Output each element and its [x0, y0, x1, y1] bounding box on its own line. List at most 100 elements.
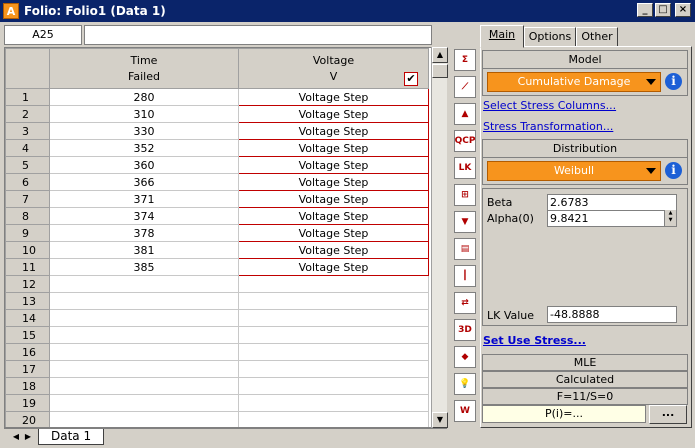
table-row[interactable]: 12	[5, 275, 429, 293]
cell-voltage[interactable]: Voltage Step	[238, 88, 429, 106]
cell-time-failed[interactable]	[49, 360, 239, 378]
cell-voltage[interactable]	[238, 309, 429, 327]
cell-time-failed[interactable]: 352	[49, 139, 239, 157]
filter-icon[interactable]: ▼	[454, 211, 476, 233]
row-number[interactable]: 7	[5, 190, 50, 208]
table-row[interactable]: 16	[5, 343, 429, 361]
table-row[interactable]: 7 371 Voltage Step	[5, 190, 429, 208]
column-header-time-failed[interactable]: Time Failed	[49, 48, 239, 89]
table-row[interactable]: 1 280 Voltage Step	[5, 88, 429, 106]
row-number[interactable]: 3	[5, 122, 50, 140]
cell-voltage[interactable]: Voltage Step	[238, 122, 429, 140]
cell-voltage[interactable]	[238, 394, 429, 412]
table-row[interactable]: 20	[5, 411, 429, 427]
voltage-column-checkbox[interactable]: ✔	[404, 72, 418, 86]
select-stress-columns-link[interactable]: Select Stress Columns...	[483, 99, 616, 112]
row-number[interactable]: 17	[5, 360, 50, 378]
param-spinner[interactable]: ▲ ▼	[664, 210, 676, 226]
table-row[interactable]: 3 330 Voltage Step	[5, 122, 429, 140]
model-info-icon[interactable]: i	[665, 73, 682, 90]
cell-time-failed[interactable]: 330	[49, 122, 239, 140]
cell-time-failed[interactable]	[49, 275, 239, 293]
grid-corner[interactable]	[5, 48, 50, 89]
cell-voltage[interactable]	[238, 377, 429, 395]
set-use-stress-link[interactable]: Set Use Stress...	[483, 334, 586, 347]
table-row[interactable]: 10 381 Voltage Step	[5, 241, 429, 259]
cell-voltage[interactable]: Voltage Step	[238, 207, 429, 225]
table-row[interactable]: 4 352 Voltage Step	[5, 139, 429, 157]
row-number[interactable]: 10	[5, 241, 50, 259]
table-row[interactable]: 6 366 Voltage Step	[5, 173, 429, 191]
stress-icon[interactable]: ┃	[454, 265, 476, 287]
close-button[interactable]: ×	[675, 3, 691, 17]
calculate-icon[interactable]: Σ	[454, 49, 476, 71]
row-number[interactable]: 1	[5, 88, 50, 106]
row-number[interactable]: 2	[5, 105, 50, 123]
cell-time-failed[interactable]: 374	[49, 207, 239, 225]
minimize-button[interactable]: _	[637, 3, 653, 17]
row-number[interactable]: 14	[5, 309, 50, 327]
table-row[interactable]: 9 378 Voltage Step	[5, 224, 429, 242]
batch-icon[interactable]: ▤	[454, 238, 476, 260]
row-number[interactable]: 16	[5, 343, 50, 361]
scroll-thumb[interactable]	[432, 64, 448, 78]
cell-time-failed[interactable]: 366	[49, 173, 239, 191]
cell-voltage[interactable]	[238, 292, 429, 310]
cell-voltage[interactable]	[238, 411, 429, 427]
tab-next-icon[interactable]: ▶	[22, 430, 34, 444]
cell-voltage[interactable]: Voltage Step	[238, 224, 429, 242]
maximize-button[interactable]: □	[655, 3, 671, 17]
cell-voltage[interactable]: Voltage Step	[238, 190, 429, 208]
mountain-plot-icon[interactable]: ▲	[454, 103, 476, 125]
cell-time-failed[interactable]	[49, 309, 239, 327]
row-number[interactable]: 6	[5, 173, 50, 191]
row-number[interactable]: 19	[5, 394, 50, 412]
word-icon[interactable]: W	[454, 400, 476, 422]
cell-voltage[interactable]: Voltage Step	[238, 258, 429, 276]
table-row[interactable]: 14	[5, 309, 429, 327]
vertical-scrollbar[interactable]: ▲ ▼	[431, 47, 448, 428]
cell-time-failed[interactable]	[49, 394, 239, 412]
distribution-dropdown[interactable]: Weibull	[487, 161, 661, 181]
table-row[interactable]: 2 310 Voltage Step	[5, 105, 429, 123]
cell-voltage[interactable]	[238, 326, 429, 344]
cell-voltage[interactable]: Voltage Step	[238, 156, 429, 174]
table-row[interactable]: 11 385 Voltage Step	[5, 258, 429, 276]
row-number[interactable]: 9	[5, 224, 50, 242]
cell-time-failed[interactable]: 381	[49, 241, 239, 259]
row-number[interactable]: 13	[5, 292, 50, 310]
formula-input[interactable]	[84, 25, 432, 45]
row-number[interactable]: 5	[5, 156, 50, 174]
cell-voltage[interactable]	[238, 275, 429, 293]
cell-reference-box[interactable]: A25	[4, 25, 82, 45]
table-row[interactable]: 8 374 Voltage Step	[5, 207, 429, 225]
row-number[interactable]: 11	[5, 258, 50, 276]
tab-options[interactable]: Options	[524, 27, 576, 47]
3d-plot-icon[interactable]: 3D	[454, 319, 476, 341]
idea-icon[interactable]: 💡	[454, 373, 476, 395]
row-number[interactable]: 20	[5, 411, 50, 427]
row-number[interactable]: 4	[5, 139, 50, 157]
stress-transformation-link[interactable]: Stress Transformation...	[483, 120, 613, 133]
table-row[interactable]: 17	[5, 360, 429, 378]
row-number[interactable]: 18	[5, 377, 50, 395]
likelihood-icon[interactable]: LK	[454, 157, 476, 179]
cell-time-failed[interactable]: 310	[49, 105, 239, 123]
table-row[interactable]: 18	[5, 377, 429, 395]
cell-time-failed[interactable]	[49, 377, 239, 395]
tab-main[interactable]: Main	[480, 25, 524, 48]
cell-time-failed[interactable]	[49, 326, 239, 344]
row-number[interactable]: 12	[5, 275, 50, 293]
model-dropdown[interactable]: Cumulative Damage	[487, 72, 661, 92]
cell-time-failed[interactable]: 371	[49, 190, 239, 208]
data-sheet-grid[interactable]: Time Failed Voltage V ✔ 1 280 Voltage Step…	[4, 47, 432, 428]
scroll-up-button[interactable]: ▲	[432, 47, 448, 63]
cell-time-failed[interactable]: 385	[49, 258, 239, 276]
scroll-down-button[interactable]: ▼	[432, 412, 448, 428]
qcp-icon[interactable]: QCP	[454, 130, 476, 152]
cell-voltage[interactable]: Voltage Step	[238, 139, 429, 157]
table-row[interactable]: 15	[5, 326, 429, 344]
cell-voltage[interactable]: Voltage Step	[238, 105, 429, 123]
cell-voltage[interactable]: Voltage Step	[238, 241, 429, 259]
cell-time-failed[interactable]: 280	[49, 88, 239, 106]
